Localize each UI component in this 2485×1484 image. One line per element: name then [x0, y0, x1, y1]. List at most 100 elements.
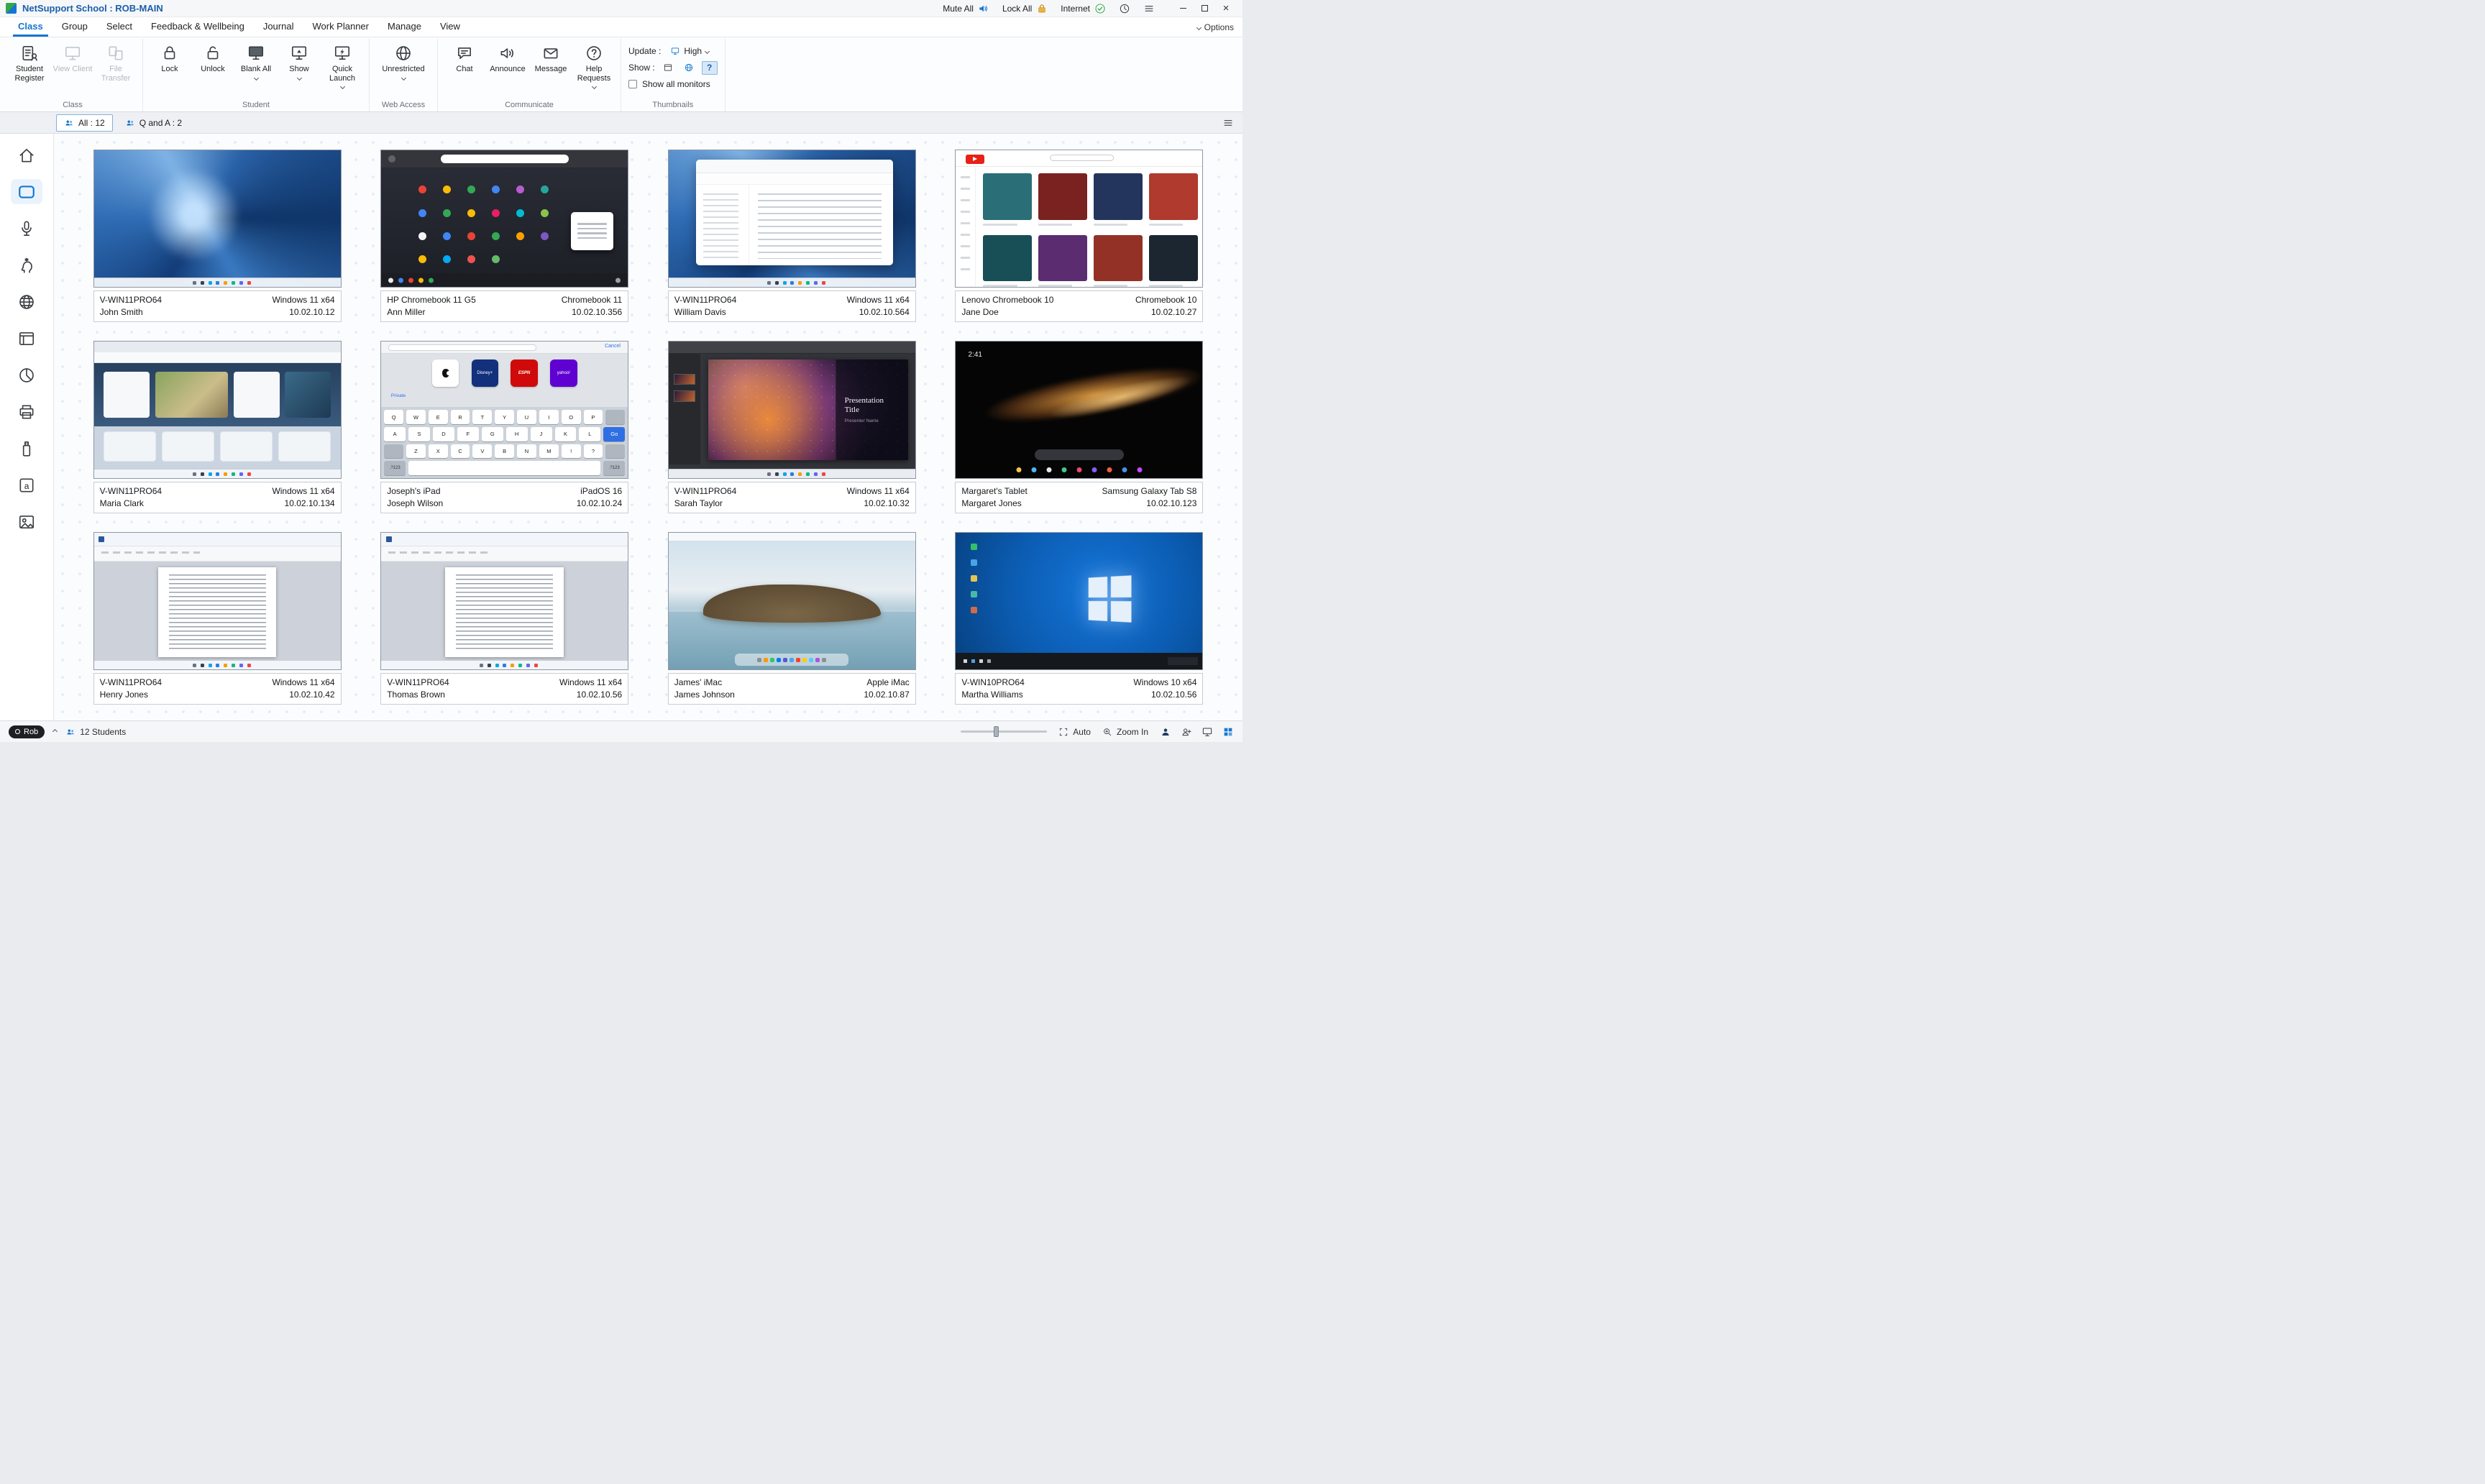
os-name: iPadOS 16	[580, 486, 623, 496]
printer-icon	[19, 405, 34, 418]
student-card[interactable]: V-WIN11PRO64 Windows 11 x64 William Davis 1…	[667, 150, 916, 322]
sidebar-item-monitor-view[interactable]	[11, 179, 42, 204]
menu-tab-select[interactable]: Select	[97, 17, 142, 37]
machine-name: Margaret's Tablet	[961, 486, 1028, 496]
student-thumbnail[interactable]	[380, 150, 629, 288]
sidebar-item-print[interactable]	[11, 399, 42, 424]
view-tab-bar: All : 12 Q and A : 2	[0, 112, 1242, 134]
sidebar-item-applications[interactable]	[11, 326, 42, 351]
student-card[interactable]: James' iMac Apple iMac James Johnson 10.02.…	[667, 532, 916, 705]
blank-all-button[interactable]: Blank All	[235, 40, 277, 81]
sidebar-item-home[interactable]	[11, 142, 42, 168]
os-name: Windows 11 x64	[846, 486, 910, 496]
menu-tab-class[interactable]: Class	[9, 17, 52, 37]
student-info: V-WIN11PRO64 Windows 11 x64 Sarah Taylor 10…	[667, 482, 916, 513]
show-help-requests-toggle[interactable]: ?	[701, 60, 718, 75]
chat-button[interactable]: Chat	[444, 40, 485, 74]
student-thumbnail[interactable]	[667, 150, 916, 288]
student-thumbnail[interactable]: Cancel Disney+ ESPN yahoo! Private Q W E R T Y U I O P…	[380, 341, 629, 479]
student-thumbnail[interactable]: 2:41	[955, 341, 1204, 479]
sidebar-item-typing[interactable]: a	[11, 472, 42, 498]
grid-view-icon[interactable]	[1222, 726, 1234, 738]
update-speed-dropdown[interactable]: High	[666, 45, 713, 57]
sidebar-item-web[interactable]	[11, 289, 42, 314]
quick-launch-button[interactable]: Quick Launch	[321, 40, 363, 90]
show-button[interactable]: Show	[278, 40, 320, 81]
menu-tab-work-planner[interactable]: Work Planner	[303, 17, 378, 37]
thumbnail-area: V-WIN11PRO64 Windows 11 x64 John Smith 10.0…	[54, 134, 1242, 720]
menu-tab-group[interactable]: Group	[52, 17, 97, 37]
student-card[interactable]: V-WIN11PRO64 Windows 11 x64 Henry Jones 10.…	[93, 532, 342, 705]
menu-tab-manage[interactable]: Manage	[378, 17, 431, 37]
student-thumbnail[interactable]	[93, 532, 342, 670]
sidebar-item-wellbeing[interactable]	[11, 252, 42, 278]
globe-icon	[19, 294, 34, 309]
student-card[interactable]: V-WIN11PRO64 Windows 11 x64 Thomas Brown 10…	[380, 532, 629, 705]
student-thumbnail[interactable]	[955, 150, 1204, 288]
machine-name: V-WIN11PRO64	[99, 295, 163, 305]
ip-address: 10.02.10.32	[864, 498, 910, 508]
student-thumbnail[interactable]	[667, 532, 916, 670]
menu-tab-journal[interactable]: Journal	[254, 17, 303, 37]
student-thumbnail[interactable]	[93, 150, 342, 288]
sidebar-item-time[interactable]	[11, 362, 42, 388]
os-name: Chromebook 11	[561, 295, 623, 305]
hamburger-menu-icon[interactable]	[1143, 3, 1155, 14]
sidebar-item-whiteboard[interactable]	[11, 509, 42, 534]
clock-icon[interactable]	[1119, 3, 1130, 14]
announce-button[interactable]: Announce	[487, 40, 528, 74]
tab-q-and-a[interactable]: Q and A : 2	[117, 114, 190, 132]
unlock-button[interactable]: Unlock	[192, 40, 234, 74]
tutor-badge-icon[interactable]	[1160, 726, 1171, 738]
zoom-in-button[interactable]: Zoom In	[1102, 727, 1148, 737]
student-info: V-WIN11PRO64 Windows 11 x64 John Smith 10.0…	[93, 290, 342, 322]
student-card[interactable]: 2:41 Margaret's Tablet Samsung Galaxy Tab …	[955, 341, 1204, 513]
menu-tab-feedback-wellbeing[interactable]: Feedback & Wellbeing	[142, 17, 254, 37]
show-names-toggle[interactable]	[660, 61, 676, 75]
student-thumbnail[interactable]	[380, 532, 629, 670]
student-card[interactable]: Cancel Disney+ ESPN yahoo! Private Q W E R T Y U I O P…	[380, 341, 629, 513]
student-thumbnail[interactable]	[955, 532, 1204, 670]
student-card[interactable]: HP Chromebook 11 G5 Chromebook 11 Ann Mill…	[380, 150, 629, 322]
ip-address: 10.02.10.87	[864, 690, 910, 700]
add-student-icon[interactable]	[1181, 726, 1192, 738]
help-requests-button[interactable]: Help Requests	[573, 40, 615, 90]
ribbon: Student Register View Client File Transf…	[0, 37, 1242, 112]
show-all-monitors-checkbox[interactable]	[628, 80, 637, 88]
mute-all-button[interactable]: Mute All	[943, 3, 989, 14]
magnifier-icon	[1104, 728, 1112, 736]
student-card[interactable]: V-WIN10PRO64 Windows 10 x64 Martha William…	[955, 532, 1204, 705]
thumbnail-size-slider[interactable]	[961, 726, 1048, 737]
internet-status[interactable]: Internet	[1061, 3, 1106, 14]
student-card[interactable]: V-WIN11PRO64 Windows 11 x64 John Smith 10.0…	[93, 150, 342, 322]
tab-all-students[interactable]: All : 12	[56, 114, 113, 132]
maximize-button[interactable]	[1194, 1, 1215, 16]
lock-all-button[interactable]: Lock All	[1002, 3, 1048, 14]
minimize-button[interactable]	[1172, 1, 1194, 16]
auto-size-button[interactable]: Auto	[1058, 727, 1091, 737]
student-register-button[interactable]: Student Register	[9, 40, 50, 83]
menu-tab-view[interactable]: View	[431, 17, 470, 37]
close-button[interactable]: ×	[1215, 1, 1237, 16]
message-button[interactable]: Message	[530, 40, 572, 74]
console-user-button[interactable]: Rob	[9, 725, 45, 738]
ribbon-group-communicate: Chat Announce Message Help Requests Comm…	[438, 39, 621, 111]
student-card[interactable]: V-WIN11PRO64 Windows 11 x64 Maria Clark 10.…	[93, 341, 342, 513]
announce-speaker-icon	[500, 48, 513, 58]
unrestricted-button[interactable]: Unrestricted	[375, 40, 431, 81]
slider-handle[interactable]	[993, 726, 999, 737]
options-button[interactable]: Options	[1196, 22, 1234, 37]
check-circle-icon	[1095, 3, 1105, 14]
statusbar: Rob 12 Students Auto Zoom In	[0, 720, 1242, 742]
student-thumbnail[interactable]: Presentation Title Presenter Name	[667, 341, 916, 479]
show-web-toggle[interactable]	[681, 61, 697, 75]
student-thumbnail[interactable]	[93, 341, 342, 479]
list-layout-icon[interactable]	[1222, 117, 1234, 129]
sidebar-item-devices[interactable]	[11, 436, 42, 461]
sidebar-item-audio[interactable]	[11, 216, 42, 241]
sidebar: a	[0, 134, 54, 720]
lock-button[interactable]: Lock	[149, 40, 191, 74]
student-card[interactable]: Presentation Title Presenter Name V-WIN11P…	[667, 341, 916, 513]
student-card[interactable]: Lenovo Chromebook 10 Chromebook 10 Jane Do…	[955, 150, 1204, 322]
display-icon[interactable]	[1202, 726, 1213, 738]
